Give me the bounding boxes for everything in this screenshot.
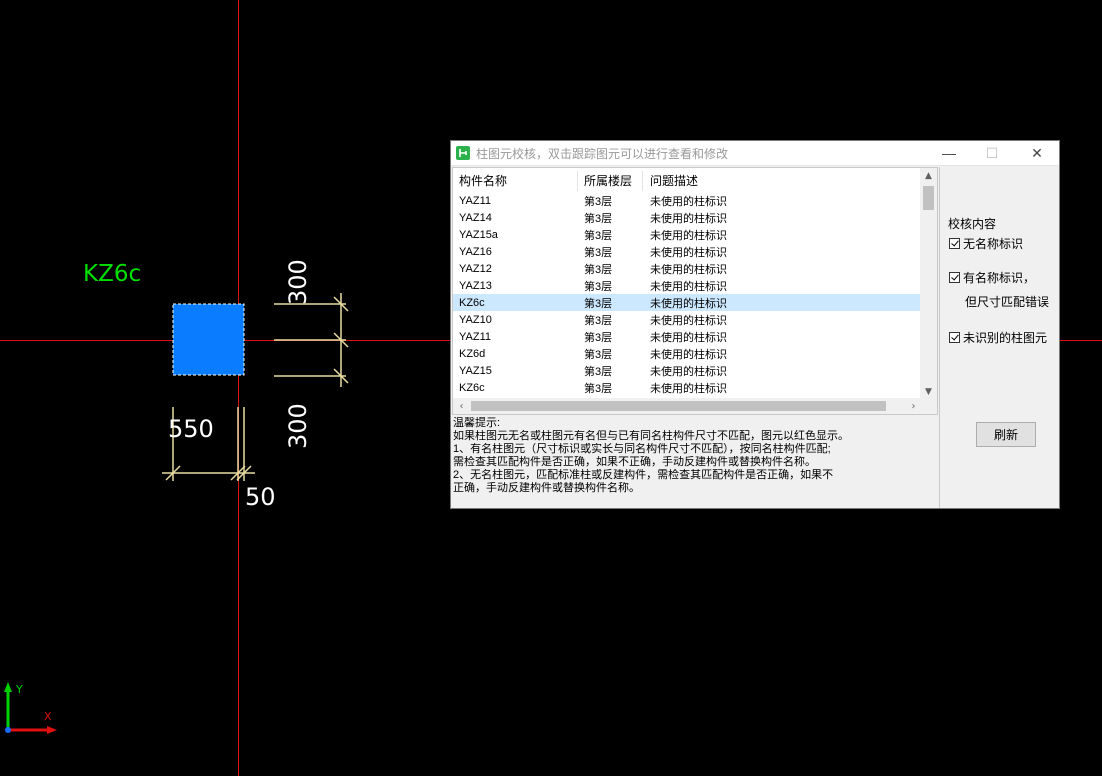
- vertical-scroll-thumb[interactable]: [923, 186, 934, 210]
- cell-component-name: YAZ15: [459, 364, 492, 377]
- dimension-50: 50: [245, 483, 276, 511]
- cell-component-name: KZ6d: [459, 347, 486, 360]
- check-options-panel: 校核内容 无名称标识 有名称标识， 但尺寸匹配错误 未识别的柱图元 刷新: [939, 167, 1059, 508]
- cell-floor: 第3层: [584, 229, 613, 242]
- table-row[interactable]: YAZ16 第3层 未使用的柱标识: [453, 243, 937, 260]
- cell-floor: 第3层: [584, 348, 613, 361]
- column-check-dialog[interactable]: 柱图元校核，双击跟踪图元可以进行查看和修改 — ☐ ✕ 构件名称 所属楼层 问题…: [450, 140, 1060, 509]
- cell-issue: 未使用的柱标识: [650, 382, 727, 395]
- tips-line: 正确，手动反建构件或替换构件名称。: [453, 482, 640, 494]
- cell-floor: 第3层: [584, 212, 613, 225]
- checkbox-checked-icon[interactable]: [949, 272, 960, 283]
- cell-issue: 未使用的柱标识: [650, 280, 727, 293]
- header-floor[interactable]: 所属楼层: [584, 172, 632, 189]
- checkbox-unnamed-label: 无名称标识: [963, 237, 1024, 251]
- cell-component-name: YAZ16: [459, 245, 492, 258]
- axis-y-label: Y: [15, 683, 23, 696]
- checkbox-unrecognized-label: 未识别的柱图元: [963, 331, 1048, 345]
- cell-issue: 未使用的柱标识: [650, 365, 727, 378]
- cell-floor: 第3层: [584, 331, 613, 344]
- table-row[interactable]: KZ6d 第3层 未使用的柱标识: [453, 345, 937, 362]
- checkbox-unrecognized[interactable]: 未识别的柱图元: [949, 330, 1047, 346]
- table-row[interactable]: YAZ14 第3层 未使用的柱标识: [453, 209, 937, 226]
- dialog-title: 柱图元校核，双击跟踪图元可以进行查看和修改: [476, 146, 729, 161]
- cell-component-name: YAZ10: [459, 313, 492, 326]
- cell-floor: 第3层: [584, 382, 613, 395]
- list-header: 构件名称 所属楼层 问题描述: [453, 168, 937, 192]
- checkbox-checked-icon[interactable]: [949, 238, 960, 249]
- vertical-dimension: [274, 293, 349, 387]
- refresh-button[interactable]: 刷新: [976, 422, 1036, 447]
- component-label: KZ6c: [83, 261, 141, 287]
- cell-component-name: YAZ11: [459, 330, 491, 343]
- dialog-titlebar[interactable]: 柱图元校核，双击跟踪图元可以进行查看和修改 — ☐ ✕: [451, 141, 1059, 166]
- tips-line: 需检查其匹配构件是否正确，如果不正确，手动反建构件或替换构件名称。: [453, 456, 816, 468]
- cell-floor: 第3层: [584, 263, 613, 276]
- cell-issue: 未使用的柱标识: [650, 229, 727, 242]
- header-issue[interactable]: 问题描述: [650, 172, 698, 189]
- dimension-550: 550: [168, 415, 214, 443]
- tips-line: 1、有名柱图元（尺寸标识或实长与同名构件尺寸不匹配），按同名柱构件匹配;: [453, 443, 831, 455]
- column-element[interactable]: [172, 303, 245, 376]
- cell-component-name: YAZ13: [459, 279, 492, 292]
- horizontal-scrollbar[interactable]: ‹ ›: [453, 398, 922, 414]
- checkbox-checked-icon[interactable]: [949, 332, 960, 343]
- cell-component-name: YAZ11: [459, 194, 491, 207]
- app-icon: [456, 146, 470, 160]
- tips-line: 温馨提示:: [453, 417, 501, 429]
- vertical-scrollbar[interactable]: ▲ ▼: [920, 168, 937, 400]
- cell-floor: 第3层: [584, 280, 613, 293]
- table-row[interactable]: YAZ12 第3层 未使用的柱标识: [453, 260, 937, 277]
- table-row[interactable]: KZ6c 第3层 未使用的柱标识: [453, 294, 937, 311]
- tips-line: 如果柱图元无名或柱图元有名但与已有同名柱构件尺寸不匹配，图元以红色显示。: [453, 430, 849, 442]
- minimize-icon[interactable]: —: [929, 141, 969, 165]
- cell-issue: 未使用的柱标识: [650, 195, 727, 208]
- axis-x-label: X: [44, 710, 52, 723]
- checkbox-named-mismatch[interactable]: 有名称标识，: [949, 270, 1035, 286]
- cell-floor: 第3层: [584, 195, 613, 208]
- cell-issue: 未使用的柱标识: [650, 212, 727, 225]
- scroll-left-icon[interactable]: ‹: [453, 398, 470, 414]
- cell-component-name: KZ6c: [459, 296, 485, 309]
- table-row[interactable]: YAZ13 第3层 未使用的柱标识: [453, 277, 937, 294]
- cell-component-name: YAZ12: [459, 262, 492, 275]
- check-content-title: 校核内容: [948, 217, 997, 231]
- list-body: YAZ11 第3层 未使用的柱标识 YAZ14 第3层 未使用的柱标识 YAZ15a 第3层未…: [453, 192, 937, 396]
- maximize-icon[interactable]: ☐: [972, 141, 1012, 165]
- horizontal-scroll-thumb[interactable]: [471, 401, 886, 411]
- cell-issue: 未使用的柱标识: [650, 331, 727, 344]
- scrollbar-corner: [920, 398, 937, 414]
- cell-component-name: KZ6c: [459, 381, 485, 394]
- cell-component-name: YAZ14: [459, 211, 492, 224]
- table-row[interactable]: YAZ11 第3层 未使用的柱标识: [453, 192, 937, 209]
- cell-issue: 未使用的柱标识: [650, 246, 727, 259]
- cell-issue: 未使用的柱标识: [650, 314, 727, 327]
- cell-issue: 未使用的柱标识: [650, 297, 727, 310]
- table-row[interactable]: YAZ10 第3层 未使用的柱标识: [453, 311, 937, 328]
- checkbox-unnamed[interactable]: 无名称标识: [949, 236, 1023, 252]
- checkbox-named-label-line2: 但尺寸匹配错误: [965, 295, 1050, 309]
- tips-text: 温馨提示: 如果柱图元无名或柱图元有名但与已有同名柱构件尺寸不匹配，图元以红色显…: [452, 417, 938, 507]
- result-list[interactable]: 构件名称 所属楼层 问题描述 YAZ11 第3层 未使用的柱标识 YAZ14 第3层 未使…: [452, 167, 938, 415]
- checkbox-named-label: 有名称标识，: [963, 271, 1036, 285]
- cell-floor: 第3层: [584, 246, 613, 259]
- table-row[interactable]: YAZ15 第3层 未使用的柱标识: [453, 362, 937, 379]
- scroll-up-icon[interactable]: ▲: [920, 168, 937, 184]
- cell-component-name: YAZ15a: [459, 228, 498, 241]
- cell-floor: 第3层: [584, 365, 613, 378]
- cell-floor: 第3层: [584, 314, 613, 327]
- tips-line: 2、无名柱图元，匹配标准柱或反建构件，需检查其匹配构件是否正确，如果不: [453, 469, 834, 481]
- table-row[interactable]: KZ6c 第3层 未使用的柱标识: [453, 379, 937, 396]
- header-component-name[interactable]: 构件名称: [459, 172, 507, 189]
- cell-floor: 第3层: [584, 297, 613, 310]
- dimension-bottom-300: 300: [284, 403, 312, 449]
- cell-issue: 未使用的柱标识: [650, 348, 727, 361]
- ucs-axis-icon: [4, 682, 57, 734]
- table-row[interactable]: YAZ11 第3层 未使用的柱标识: [453, 328, 937, 345]
- cell-issue: 未使用的柱标识: [650, 263, 727, 276]
- close-icon[interactable]: ✕: [1017, 141, 1057, 165]
- dimension-top-300: 300: [284, 259, 312, 305]
- table-row[interactable]: YAZ15a 第3层 未使用的柱标识: [453, 226, 937, 243]
